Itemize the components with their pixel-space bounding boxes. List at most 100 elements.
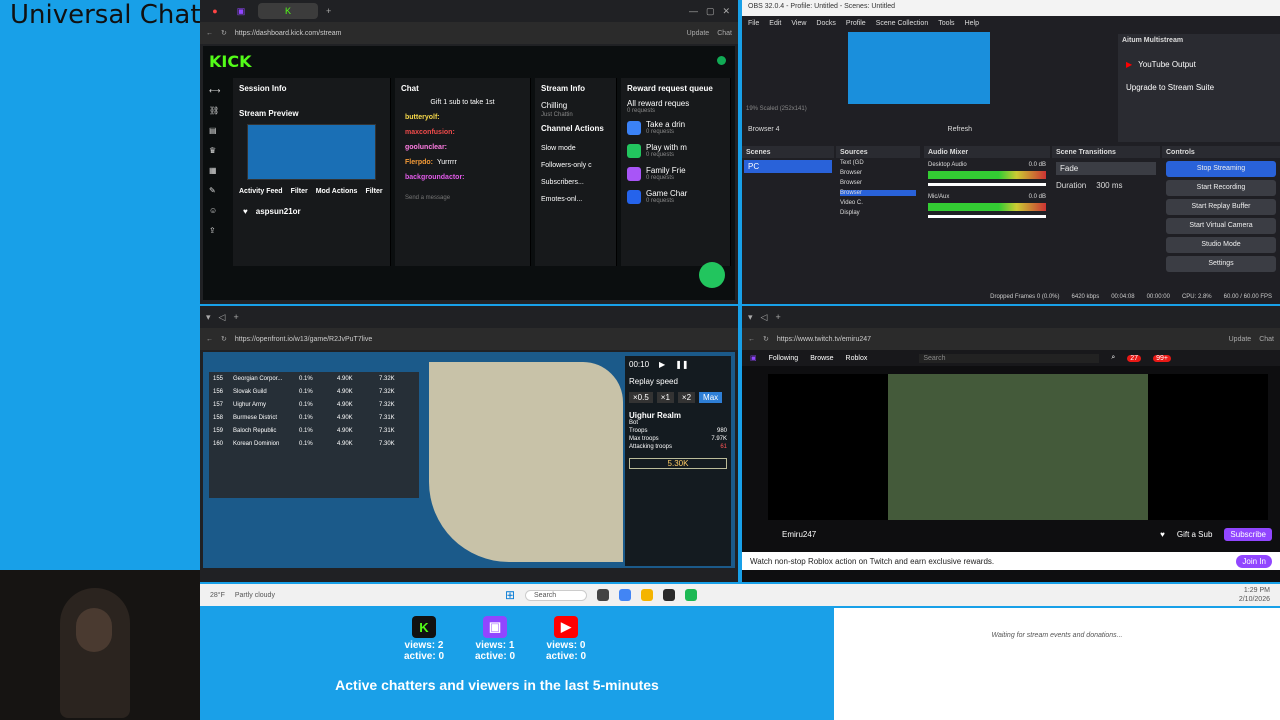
new-tab-icon[interactable]: + — [326, 6, 331, 16]
spotify-icon[interactable] — [685, 589, 698, 601]
live-button[interactable] — [699, 262, 725, 288]
reward-item[interactable]: Take a drin 0 requests — [627, 120, 724, 135]
source-item[interactable]: Display — [840, 210, 916, 216]
leaderboard-row[interactable]: 159 Baloch Republic 0.1% 4.90K 7.31K — [213, 428, 415, 434]
notification-badge[interactable]: 27 — [1127, 354, 1142, 362]
source-item[interactable]: Text (GD — [840, 160, 916, 166]
steam-icon[interactable] — [663, 589, 676, 601]
slow-mode-toggle[interactable]: Slow mode — [541, 145, 610, 152]
menu-item[interactable]: Profile — [846, 20, 866, 27]
speed-button[interactable]: ×0.5 — [629, 392, 653, 403]
update-button[interactable]: Update — [1229, 336, 1252, 343]
chrome-icon[interactable] — [619, 589, 632, 601]
menu-item[interactable]: Help — [965, 20, 979, 27]
scene-item[interactable]: PC — [744, 160, 832, 173]
menu-item[interactable]: Edit — [769, 20, 781, 27]
search-icon[interactable]: ⌕ — [1111, 354, 1115, 362]
stop-streaming-button[interactable]: Stop Streaming — [1166, 161, 1276, 177]
leaderboard-row[interactable]: 157 Uighur Army 0.1% 4.90K 7.32K — [213, 402, 415, 408]
game-map[interactable]: 155 Georgian Corpor... 0.1% 4.90K 7.32K 156 Sl… — [203, 352, 735, 568]
task-view-icon[interactable] — [597, 589, 610, 601]
back-icon[interactable]: ← — [748, 336, 755, 343]
tab-icon[interactable]: ▾ — [206, 312, 211, 323]
replay-buffer-button[interactable]: Start Replay Buffer — [1166, 199, 1276, 215]
nav-browse[interactable]: Browse — [810, 355, 833, 362]
gift-banner[interactable]: Gift 1 sub to take 1st — [395, 99, 530, 106]
menu-item[interactable]: View — [791, 20, 806, 27]
arrows-icon[interactable]: ⟷ — [209, 86, 220, 95]
video-player[interactable] — [768, 374, 1268, 520]
link-icon[interactable]: ⛓ — [209, 106, 220, 115]
twitch-tab-icon[interactable]: ▣ — [232, 3, 250, 19]
windows-start-icon[interactable]: ⊞ — [505, 588, 515, 602]
update-button[interactable]: Update — [687, 30, 710, 37]
source-item[interactable]: Browser — [840, 170, 916, 176]
speed-button[interactable]: ×2 — [677, 392, 696, 403]
users-icon[interactable]: ☺ — [209, 206, 220, 215]
leaderboard-row[interactable]: 155 Georgian Corpor... 0.1% 4.90K 7.32K — [213, 376, 415, 382]
source-item[interactable]: Browser — [840, 180, 916, 186]
url-field[interactable]: https://dashboard.kick.com/stream — [235, 30, 679, 37]
reload-icon[interactable]: ↻ — [221, 29, 227, 37]
reload-icon[interactable]: ↻ — [221, 335, 227, 343]
url-field[interactable]: https://openfront.io/w13/game/R2JvPuT7li… — [235, 336, 732, 343]
transition-select[interactable]: Fade — [1056, 162, 1156, 175]
mute-icon[interactable]: ◁ — [761, 312, 768, 323]
mute-icon[interactable]: ◁ — [219, 312, 226, 323]
subscribe-button[interactable]: Subscribe — [1224, 528, 1272, 541]
maximize-icon[interactable]: ▢ — [706, 6, 715, 17]
volume-slider[interactable] — [928, 215, 1046, 218]
emotes-only-toggle[interactable]: Emotes-onl... — [541, 196, 610, 203]
taskbar-search[interactable]: Search — [525, 589, 588, 601]
youtube-tab-icon[interactable]: ● — [206, 3, 224, 19]
pause-icon[interactable]: ❚❚ — [675, 360, 688, 369]
reward-item[interactable]: Game Char 0 requests — [627, 189, 724, 204]
upload-icon[interactable]: ⇪ — [209, 226, 220, 235]
reload-icon[interactable]: ↻ — [763, 335, 769, 343]
chat-username[interactable]: butteryolf: — [405, 114, 440, 121]
reward-item[interactable]: Family Frie 0 requests — [627, 166, 724, 181]
source-item[interactable]: Video C. — [840, 200, 916, 206]
new-tab-icon[interactable]: + — [775, 312, 780, 322]
settings-button[interactable]: Settings — [1166, 256, 1276, 272]
refresh-button[interactable]: Refresh — [948, 126, 973, 133]
play-icon[interactable]: ▶ — [659, 360, 665, 369]
filter-button[interactable]: Filter — [291, 188, 308, 195]
nav-roblox[interactable]: Roblox — [846, 355, 868, 362]
menu-item[interactable]: Tools — [938, 20, 954, 27]
virtual-camera-button[interactable]: Start Virtual Camera — [1166, 218, 1276, 234]
search-input[interactable]: Search — [919, 353, 1100, 363]
filter-button-2[interactable]: Filter — [365, 188, 382, 195]
back-icon[interactable]: ← — [206, 336, 213, 343]
chat-button[interactable]: Chat — [1259, 336, 1274, 343]
chat-button[interactable]: Chat — [717, 30, 732, 37]
gift-sub-button[interactable]: Gift a Sub — [1177, 530, 1213, 539]
nav-following[interactable]: Following — [769, 355, 799, 362]
channel-name[interactable]: Emiru247 — [782, 530, 816, 539]
url-field[interactable]: https://www.twitch.tv/emiru247 — [777, 336, 1221, 343]
wrench-icon[interactable]: ✎ — [209, 186, 220, 195]
back-icon[interactable]: ← — [206, 30, 213, 37]
volume-slider[interactable] — [928, 183, 1046, 186]
whisper-badge[interactable]: 99+ — [1153, 354, 1171, 362]
leaderboard-row[interactable]: 160 Korean Dominion 0.1% 4.90K 7.30K — [213, 441, 415, 447]
obs-preview[interactable] — [848, 32, 990, 104]
chat-input[interactable]: Send a message — [405, 195, 520, 201]
studio-mode-button[interactable]: Studio Mode — [1166, 237, 1276, 253]
chat-username[interactable]: Flerpdo: — [405, 159, 433, 166]
speed-button[interactable]: ×1 — [656, 392, 674, 403]
menu-item[interactable]: Docks — [816, 20, 835, 27]
all-reward-requests[interactable]: All reward reques — [621, 99, 730, 108]
folder-icon[interactable] — [641, 589, 654, 601]
start-recording-button[interactable]: Start Recording — [1166, 180, 1276, 196]
reward-item[interactable]: Play with m0 requests — [627, 143, 724, 158]
subscribers-toggle[interactable]: Subscribers... — [541, 179, 610, 186]
chat-username[interactable]: goolunclear: — [405, 144, 447, 151]
new-tab-icon[interactable]: + — [233, 312, 238, 322]
menu-item[interactable]: File — [748, 20, 759, 27]
minimize-icon[interactable]: — — [689, 6, 698, 16]
dashboard-icon[interactable]: ▦ — [209, 166, 220, 175]
speed-button[interactable]: Max — [699, 392, 723, 403]
duration-input[interactable]: 300 ms — [1096, 181, 1122, 190]
followers-only-toggle[interactable]: Followers-only c — [541, 162, 610, 169]
